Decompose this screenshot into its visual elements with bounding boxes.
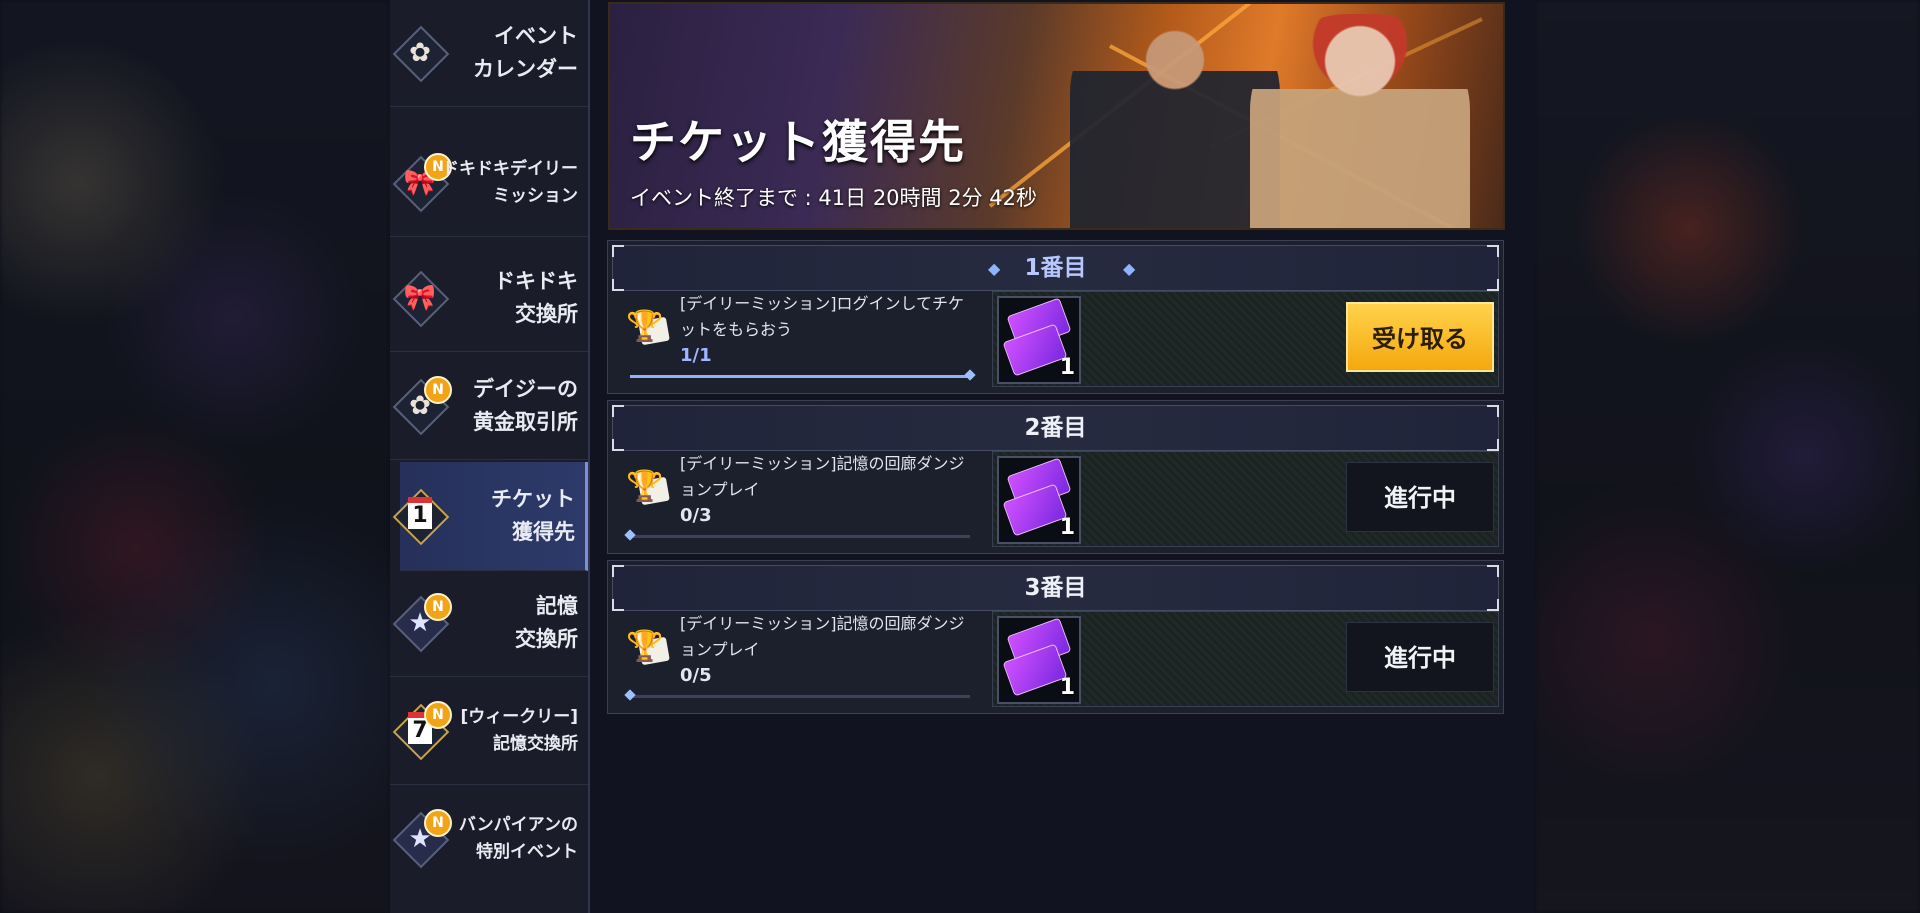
mission-header-title: 1番目 [1024,255,1087,281]
sidebar-item-label: 記憶 交換所 [515,594,578,651]
new-badge: N [424,809,452,837]
mission-card: 2番目 🏆 [デイリーミッション]記憶の回廊ダンジョンプレイ 0/3 1 進行中 [607,400,1504,554]
ribbon-gift-icon: 🎀 N [392,153,452,213]
event-banner: チケット獲得先 イベント終了まで : 41日 20時間 2分 42秒 [608,2,1505,230]
in-progress-button[interactable]: 進行中 [1346,462,1494,532]
mission-progress-bar [624,689,970,701]
ribbon-gift-icon: 🎀 [392,270,450,328]
trophy-icon: 🏆 [622,309,670,349]
mission-header-title: 2番目 [1024,415,1087,441]
character-illustration [1250,14,1470,228]
mission-card: ◆ ◆ 1番目 🏆 [デイリーミッション]ログインしてチケットをもらおう 1/1… [607,240,1504,394]
sidebar-item-label: イベント カレンダー [473,24,578,81]
sidebar-item-label: [ウィークリー] 記憶交換所 [460,707,578,754]
star-icon: ★ N [392,809,452,869]
sidebar-item-label: バンパイアンの 特別イベント [458,815,578,862]
mission-description: [デイリーミッション]ログインしてチケットをもらおう [680,294,965,339]
reward-count: 1 [1059,515,1075,540]
new-badge: N [424,593,452,621]
mission-description: [デイリーミッション]記憶の回廊ダンジョンプレイ [680,614,965,659]
reward-ticket[interactable]: 1 [997,456,1081,544]
mission-progress-text: 0/3 [680,505,712,526]
page-title: チケット獲得先 [630,115,966,169]
character-illustration [1070,4,1280,228]
new-badge: N [424,376,452,404]
event-panel: ✿ イベント カレンダー 🎀 N ドキドキデイリー ミッション 🎀 ドキドキ 交… [390,0,1535,913]
reward-area: 1 受け取る [992,291,1499,387]
mission-progress-text: 0/5 [680,665,712,686]
mission-description: [デイリーミッション]記憶の回廊ダンジョンプレイ [680,454,965,499]
reward-area: 1 進行中 [992,611,1499,707]
sidebar-item-daisy-gold-exchange[interactable]: ✿ N デイジーの 黄金取引所 [390,353,588,460]
new-badge: N [424,701,452,729]
medal-icon: ✿ N [392,376,452,436]
mission-header: 3番目 [612,565,1499,611]
reward-count: 1 [1059,675,1075,700]
event-timer: イベント終了まで : 41日 20時間 2分 42秒 [630,186,1037,210]
mission-header: 2番目 [612,405,1499,451]
star-icon: ★ N [392,593,452,653]
sidebar-item-memory-exchange[interactable]: ★ N 記憶 交換所 [390,570,588,677]
mission-progress-text: 1/1 [680,345,712,366]
in-progress-button[interactable]: 進行中 [1346,622,1494,692]
mission-header-title: 3番目 [1024,575,1087,601]
sidebar-item-label: デイジーの 黄金取引所 [473,377,578,434]
medal-icon: ✿ [392,25,450,83]
calendar-1-icon: 1 [392,488,450,546]
calendar-7-icon: 7 N [392,701,452,761]
mission-card: 3番目 🏆 [デイリーミッション]記憶の回廊ダンジョンプレイ 0/5 1 進行中 [607,560,1504,714]
sidebar-item-label: ドキドキデイリー ミッション [442,159,578,206]
sidebar-item-event-calendar[interactable]: ✿ イベント カレンダー [390,0,588,107]
event-sidebar: ✿ イベント カレンダー 🎀 N ドキドキデイリー ミッション 🎀 ドキドキ 交… [390,0,590,913]
mission-progress-bar [630,369,976,381]
background-left-blur [0,0,390,913]
claim-button[interactable]: 受け取る [1346,302,1494,372]
reward-ticket[interactable]: 1 [997,296,1081,384]
sidebar-item-ticket-sources[interactable]: 1 チケット 獲得先 [392,462,588,571]
sidebar-item-doki-daily-mission[interactable]: 🎀 N ドキドキデイリー ミッション [390,130,588,237]
reward-count: 1 [1059,355,1075,380]
reward-ticket[interactable]: 1 [997,616,1081,704]
sidebar-item-doki-exchange[interactable]: 🎀 ドキドキ 交換所 [390,245,588,352]
background-right-blur [1535,0,1920,913]
sidebar-item-label: ドキドキ 交換所 [494,269,578,326]
sidebar-item-label: チケット 獲得先 [491,487,575,544]
trophy-icon: 🏆 [622,469,670,509]
sidebar-item-vampire-special-event[interactable]: ★ N バンパイアンの 特別イベント [390,786,588,892]
reward-area: 1 進行中 [992,451,1499,547]
mission-header: ◆ ◆ 1番目 [612,245,1499,291]
trophy-icon: 🏆 [622,629,670,669]
sidebar-item-weekly-memory-exchange[interactable]: 7 N [ウィークリー] 記憶交換所 [390,678,588,785]
mission-progress-bar [624,529,970,541]
